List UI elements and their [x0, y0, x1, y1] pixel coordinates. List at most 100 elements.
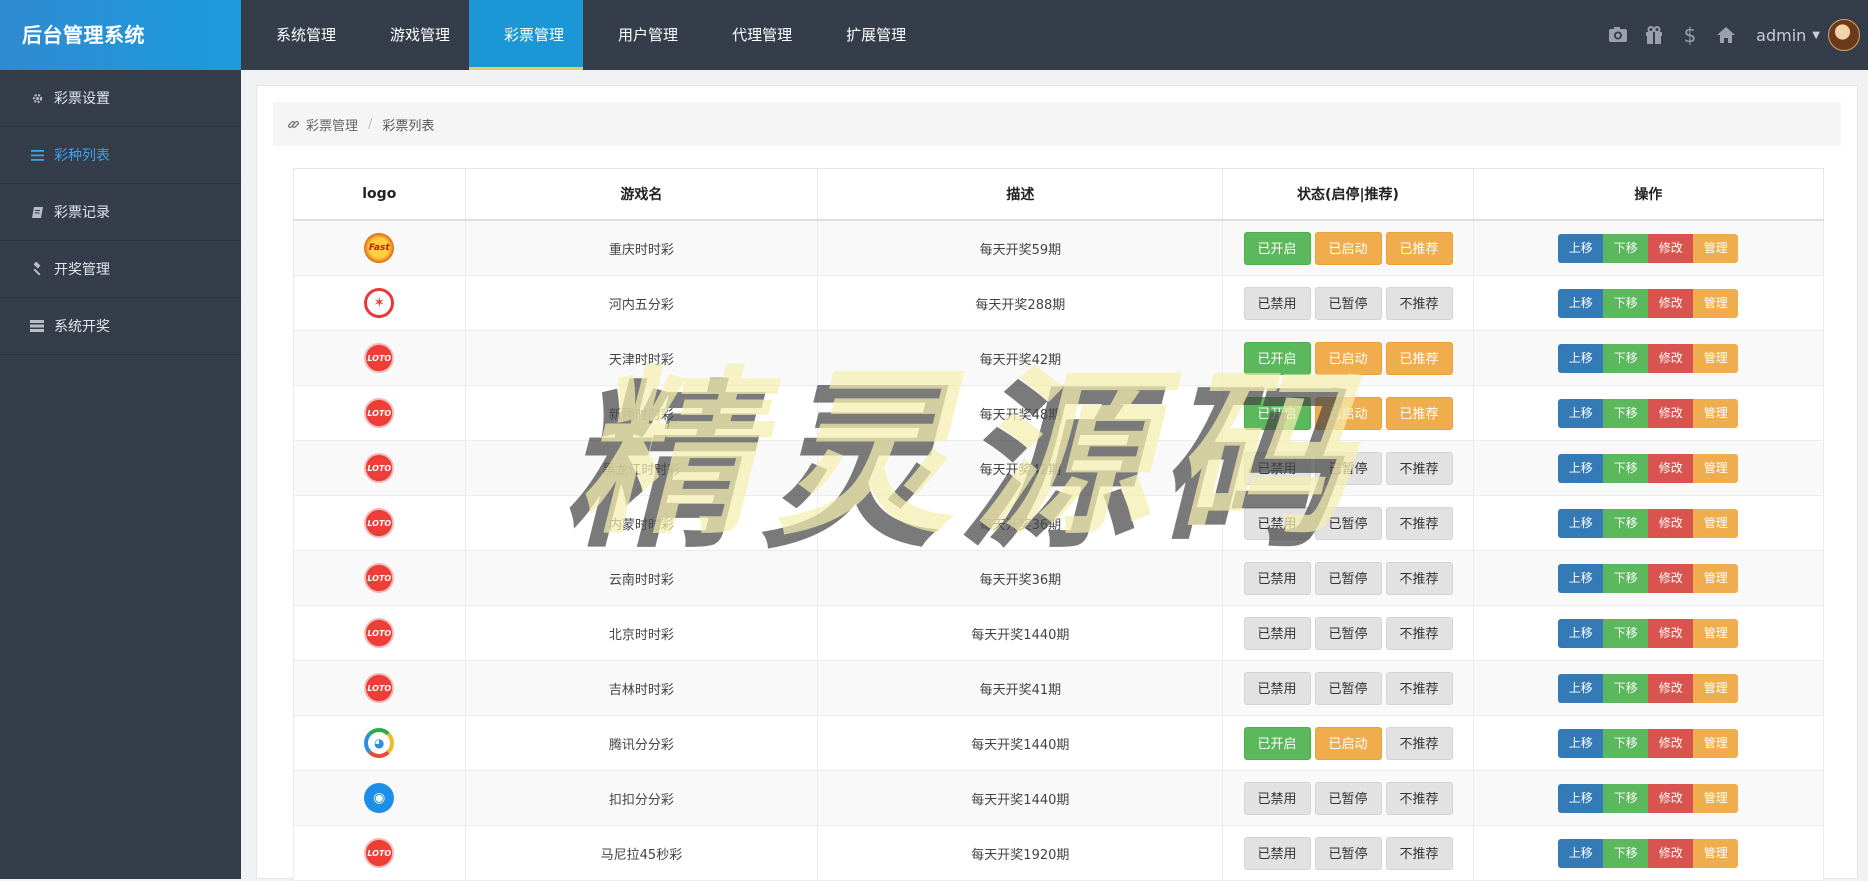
enable-status-button[interactable]: 已禁用	[1243, 286, 1311, 320]
recommend-status-button[interactable]: 已推荐	[1385, 231, 1453, 265]
breadcrumb-parent[interactable]: 彩票管理	[306, 115, 358, 134]
move-down-button[interactable]: 下移	[1603, 453, 1649, 483]
recommend-status-button[interactable]: 不推荐	[1385, 781, 1453, 815]
gift-icon[interactable]	[1643, 24, 1665, 46]
run-status-button[interactable]: 已启动	[1314, 341, 1382, 375]
run-status-button[interactable]: 已暂停	[1314, 451, 1382, 485]
topnav-item[interactable]: 系统管理	[241, 0, 355, 70]
sidebar-item[interactable]: 彩票记录	[0, 184, 241, 241]
manage-button[interactable]: 管理	[1693, 728, 1739, 758]
enable-status-button[interactable]: 已禁用	[1243, 781, 1311, 815]
manage-button[interactable]: 管理	[1693, 453, 1739, 483]
move-down-button[interactable]: 下移	[1603, 783, 1649, 813]
recommend-status-button[interactable]: 已推荐	[1385, 396, 1453, 430]
sidebar-item[interactable]: 开奖管理	[0, 241, 241, 298]
move-up-button[interactable]: 上移	[1558, 673, 1604, 703]
manage-button[interactable]: 管理	[1693, 288, 1739, 318]
edit-button[interactable]: 修改	[1648, 673, 1694, 703]
recommend-status-button[interactable]: 不推荐	[1385, 561, 1453, 595]
move-down-button[interactable]: 下移	[1603, 398, 1649, 428]
dollar-icon[interactable]: $	[1679, 24, 1701, 46]
home-icon[interactable]	[1715, 24, 1737, 46]
move-up-button[interactable]: 上移	[1558, 398, 1604, 428]
topnav-item[interactable]: 代理管理	[697, 0, 811, 70]
enable-status-button[interactable]: 已禁用	[1243, 671, 1311, 705]
enable-status-button[interactable]: 已禁用	[1243, 506, 1311, 540]
manage-button[interactable]: 管理	[1693, 783, 1739, 813]
recommend-status-button[interactable]: 不推荐	[1385, 671, 1453, 705]
move-down-button[interactable]: 下移	[1603, 838, 1649, 868]
topnav-item[interactable]: 彩票管理	[469, 0, 584, 70]
edit-button[interactable]: 修改	[1648, 618, 1694, 648]
enable-status-button[interactable]: 已开启	[1243, 726, 1311, 760]
move-up-button[interactable]: 上移	[1558, 728, 1604, 758]
move-down-button[interactable]: 下移	[1603, 233, 1649, 263]
move-up-button[interactable]: 上移	[1558, 288, 1604, 318]
edit-button[interactable]: 修改	[1648, 728, 1694, 758]
run-status-button[interactable]: 已暂停	[1314, 781, 1382, 815]
manage-button[interactable]: 管理	[1693, 343, 1739, 373]
sidebar-item[interactable]: 彩票设置	[0, 70, 241, 127]
recommend-status-button[interactable]: 不推荐	[1385, 286, 1453, 320]
enable-status-button[interactable]: 已禁用	[1243, 836, 1311, 870]
move-down-button[interactable]: 下移	[1603, 728, 1649, 758]
move-down-button[interactable]: 下移	[1603, 288, 1649, 318]
move-down-button[interactable]: 下移	[1603, 343, 1649, 373]
manage-button[interactable]: 管理	[1693, 838, 1739, 868]
recommend-status-button[interactable]: 不推荐	[1385, 616, 1453, 650]
recommend-status-button[interactable]: 已推荐	[1385, 341, 1453, 375]
topnav-item[interactable]: 用户管理	[583, 0, 697, 70]
edit-button[interactable]: 修改	[1648, 343, 1694, 373]
move-down-button[interactable]: 下移	[1603, 673, 1649, 703]
manage-button[interactable]: 管理	[1693, 618, 1739, 648]
run-status-button[interactable]: 已暂停	[1314, 561, 1382, 595]
move-up-button[interactable]: 上移	[1558, 618, 1604, 648]
recommend-status-button[interactable]: 不推荐	[1385, 836, 1453, 870]
enable-status-button[interactable]: 已开启	[1243, 341, 1311, 375]
move-down-button[interactable]: 下移	[1603, 563, 1649, 593]
sidebar-item[interactable]: 彩种列表	[0, 127, 241, 184]
move-down-button[interactable]: 下移	[1603, 618, 1649, 648]
admin-username[interactable]: admin	[1756, 26, 1806, 45]
topnav-item[interactable]: 扩展管理	[811, 0, 925, 70]
run-status-button[interactable]: 已暂停	[1314, 506, 1382, 540]
avatar[interactable]	[1828, 19, 1860, 51]
enable-status-button[interactable]: 已禁用	[1243, 451, 1311, 485]
recommend-status-button[interactable]: 不推荐	[1385, 451, 1453, 485]
move-up-button[interactable]: 上移	[1558, 343, 1604, 373]
move-up-button[interactable]: 上移	[1558, 233, 1604, 263]
move-up-button[interactable]: 上移	[1558, 783, 1604, 813]
edit-button[interactable]: 修改	[1648, 233, 1694, 263]
move-up-button[interactable]: 上移	[1558, 838, 1604, 868]
manage-button[interactable]: 管理	[1693, 233, 1739, 263]
run-status-button[interactable]: 已暂停	[1314, 836, 1382, 870]
run-status-button[interactable]: 已启动	[1314, 231, 1382, 265]
caret-down-icon[interactable]: ▼	[1812, 30, 1820, 41]
recommend-status-button[interactable]: 不推荐	[1385, 726, 1453, 760]
move-up-button[interactable]: 上移	[1558, 453, 1604, 483]
enable-status-button[interactable]: 已开启	[1243, 396, 1311, 430]
recommend-status-button[interactable]: 不推荐	[1385, 506, 1453, 540]
run-status-button[interactable]: 已暂停	[1314, 286, 1382, 320]
manage-button[interactable]: 管理	[1693, 673, 1739, 703]
camera-icon[interactable]	[1607, 24, 1629, 46]
enable-status-button[interactable]: 已禁用	[1243, 561, 1311, 595]
run-status-button[interactable]: 已启动	[1314, 396, 1382, 430]
sidebar-item[interactable]: 系统开奖	[0, 298, 241, 355]
run-status-button[interactable]: 已暂停	[1314, 616, 1382, 650]
manage-button[interactable]: 管理	[1693, 398, 1739, 428]
topnav-item[interactable]: 游戏管理	[355, 0, 469, 70]
run-status-button[interactable]: 已暂停	[1314, 671, 1382, 705]
run-status-button[interactable]: 已启动	[1314, 726, 1382, 760]
edit-button[interactable]: 修改	[1648, 838, 1694, 868]
edit-button[interactable]: 修改	[1648, 453, 1694, 483]
manage-button[interactable]: 管理	[1693, 563, 1739, 593]
manage-button[interactable]: 管理	[1693, 508, 1739, 538]
edit-button[interactable]: 修改	[1648, 563, 1694, 593]
edit-button[interactable]: 修改	[1648, 783, 1694, 813]
edit-button[interactable]: 修改	[1648, 398, 1694, 428]
enable-status-button[interactable]: 已开启	[1243, 231, 1311, 265]
enable-status-button[interactable]: 已禁用	[1243, 616, 1311, 650]
edit-button[interactable]: 修改	[1648, 508, 1694, 538]
move-up-button[interactable]: 上移	[1558, 508, 1604, 538]
